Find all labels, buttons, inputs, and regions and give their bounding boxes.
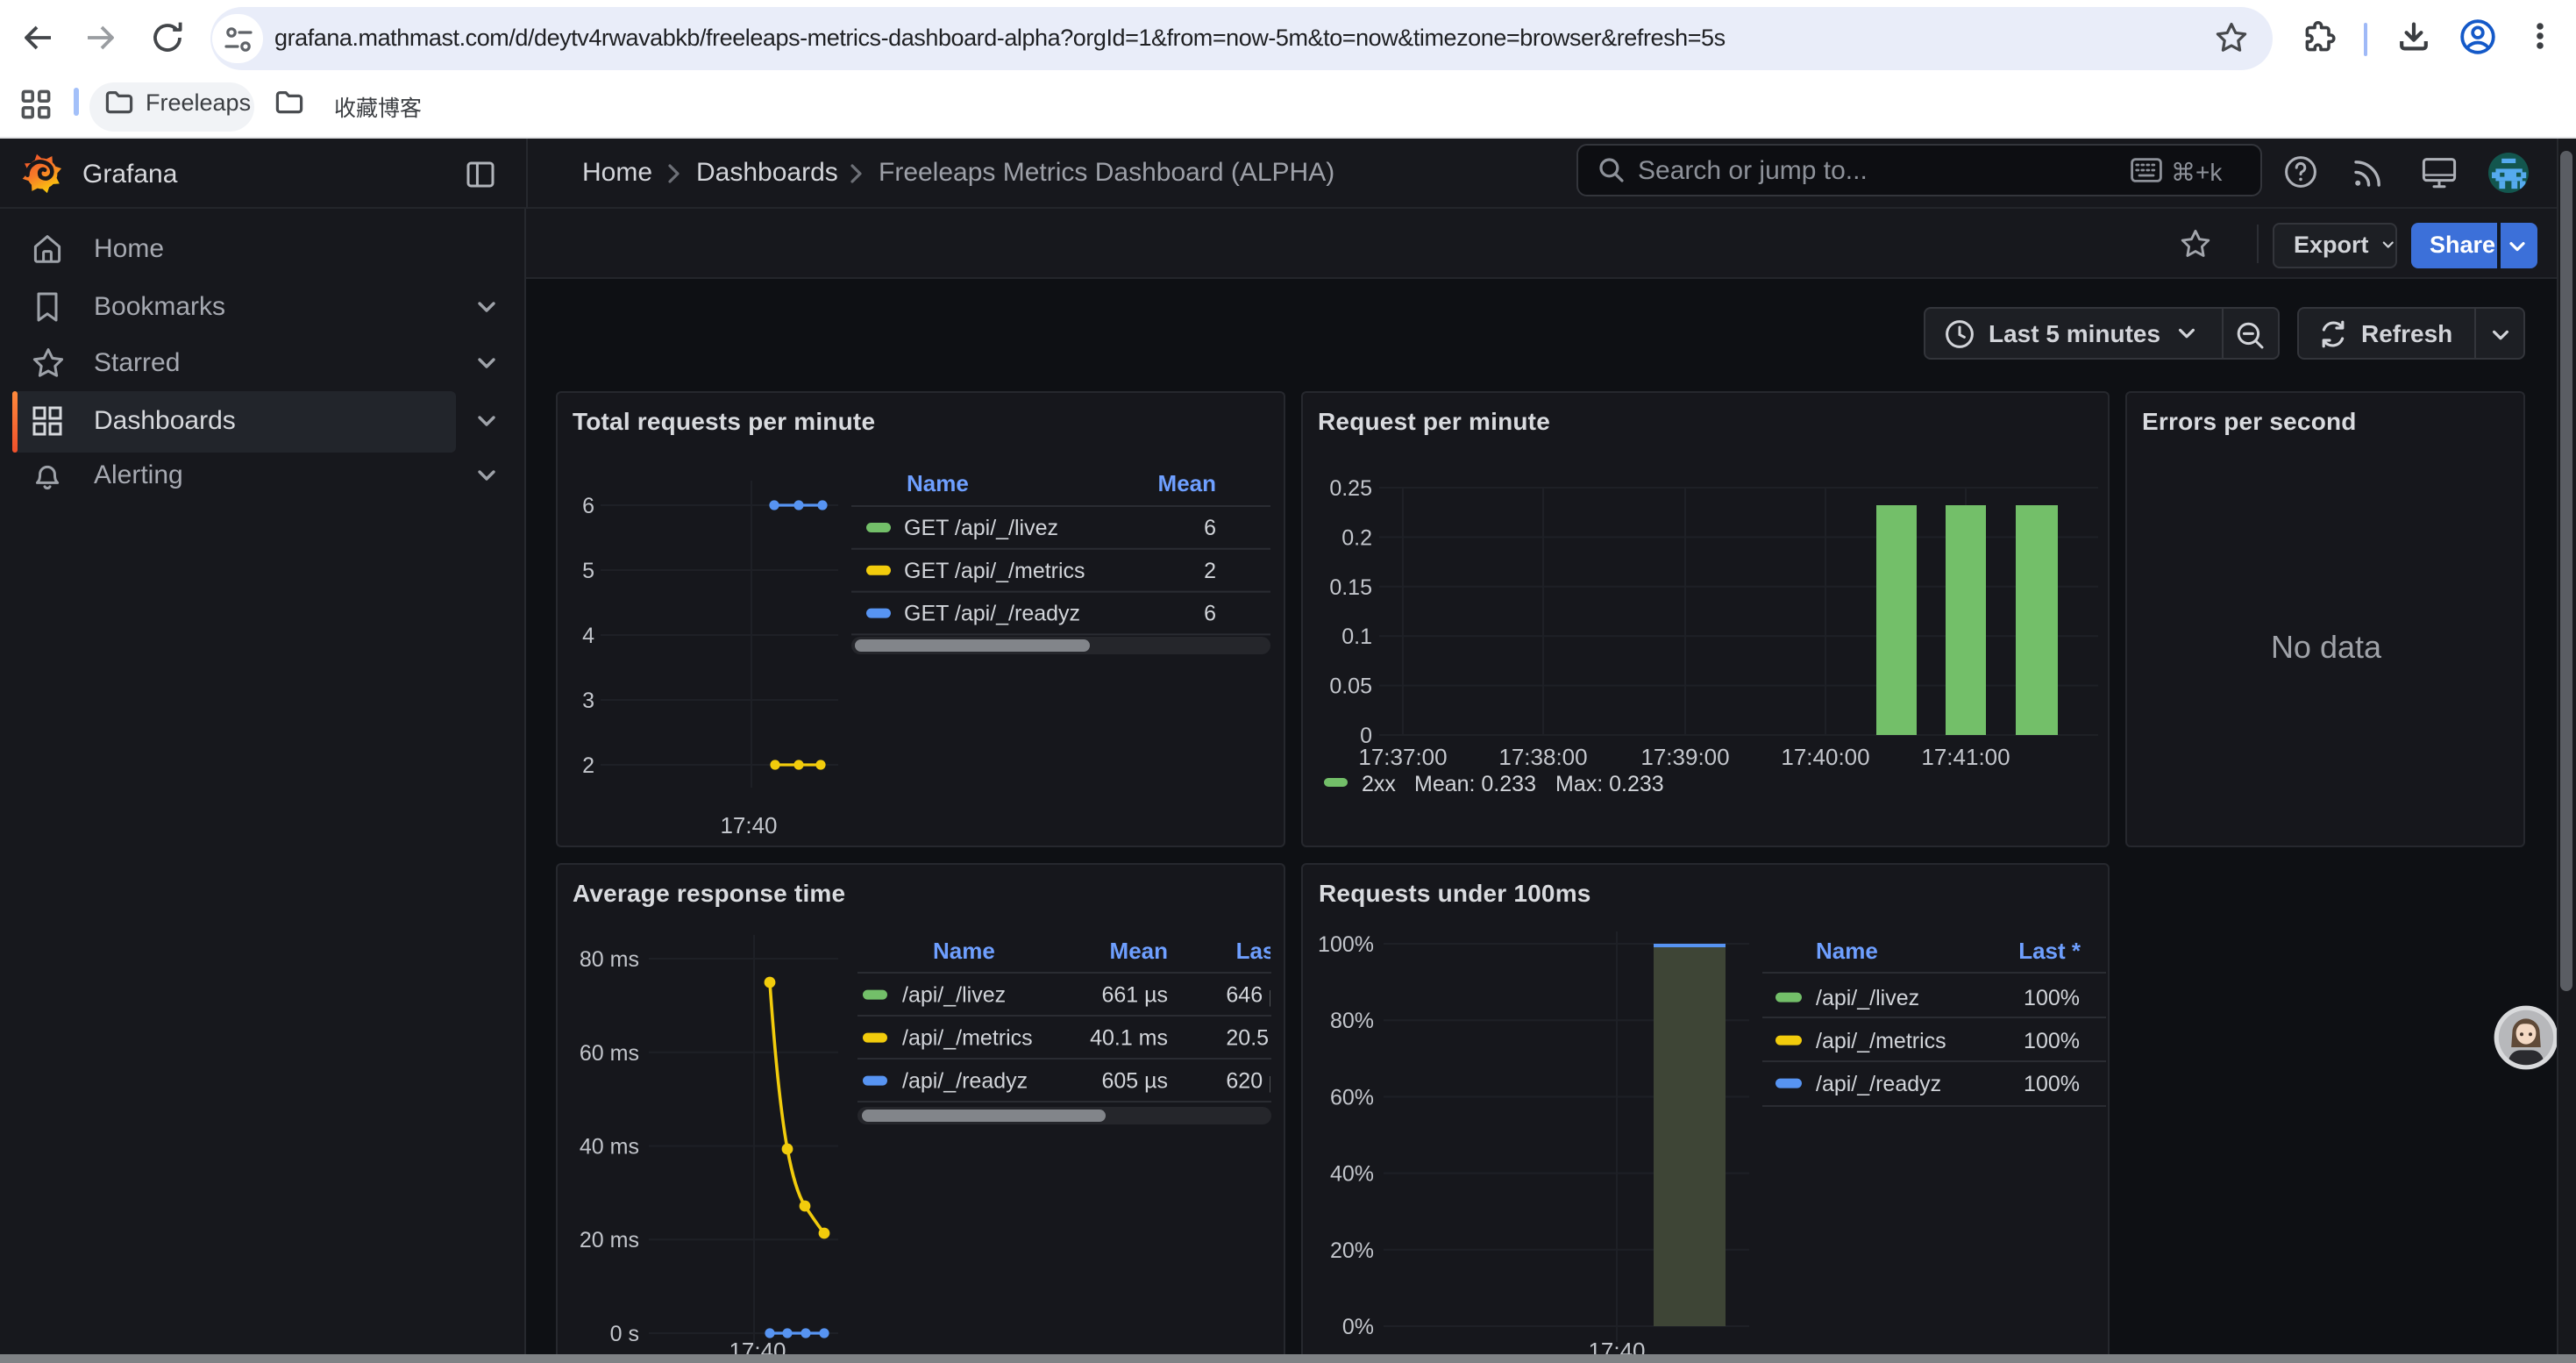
svg-text:80%: 80% — [1330, 1008, 1374, 1032]
svg-text:Last *: Last * — [2018, 937, 2081, 963]
svg-text:4: 4 — [581, 624, 594, 648]
svg-text:2: 2 — [1203, 559, 1215, 583]
svg-text:20 ms: 20 ms — [579, 1227, 638, 1252]
svg-text:60 ms: 60 ms — [579, 1040, 638, 1065]
svg-text:/api/_/livez: /api/_/livez — [1816, 985, 1919, 1010]
svg-text:646 µs: 646 µs — [1225, 982, 1283, 1007]
svg-text:0.15: 0.15 — [1328, 575, 1371, 600]
svg-text:20%: 20% — [1330, 1238, 1374, 1262]
svg-text:60%: 60% — [1330, 1084, 1374, 1109]
svg-text:0%: 0% — [1342, 1314, 1374, 1338]
svg-text:/api/_/readyz: /api/_/readyz — [901, 1068, 1027, 1093]
svg-text:0.2: 0.2 — [1341, 525, 1371, 550]
svg-text:0.05: 0.05 — [1328, 674, 1371, 699]
svg-text:100%: 100% — [1318, 931, 1374, 956]
svg-text:Name: Name — [906, 470, 968, 496]
svg-text:620 µs: 620 µs — [1225, 1068, 1283, 1093]
svg-text:661 µs: 661 µs — [1100, 982, 1167, 1007]
svg-text:Name: Name — [1816, 937, 1878, 963]
svg-text:GET /api/_/metrics: GET /api/_/metrics — [903, 559, 1085, 583]
svg-text:17:39:00: 17:39:00 — [1640, 744, 1728, 770]
svg-text:2xx: 2xx — [1361, 772, 1395, 796]
svg-text:Mean: Mean — [1109, 937, 1167, 963]
svg-text:0.1: 0.1 — [1341, 624, 1371, 649]
svg-text:6: 6 — [1203, 516, 1215, 540]
svg-text:Mean: Mean — [1157, 470, 1215, 496]
svg-text:Mean: 0.233: Mean: 0.233 — [1413, 772, 1535, 796]
svg-text:GET /api/_/readyz: GET /api/_/readyz — [903, 602, 1079, 626]
svg-text:/api/_/livez: /api/_/livez — [901, 982, 1005, 1007]
svg-text:17:38:00: 17:38:00 — [1498, 744, 1586, 770]
svg-text:100%: 100% — [2024, 1028, 2080, 1053]
svg-text:605 µs: 605 µs — [1100, 1068, 1167, 1093]
svg-text:40%: 40% — [1330, 1161, 1374, 1186]
svg-text:40.1 ms: 40.1 ms — [1089, 1025, 1167, 1050]
svg-text:0.25: 0.25 — [1328, 476, 1371, 501]
svg-text:Name: Name — [932, 937, 994, 963]
svg-text:80 ms: 80 ms — [579, 946, 638, 971]
svg-text:/api/_/readyz: /api/_/readyz — [1816, 1071, 1941, 1095]
svg-text:17:40:00: 17:40:00 — [1780, 744, 1868, 770]
svg-text:/api/_/metrics: /api/_/metrics — [1816, 1028, 1946, 1053]
svg-text:100%: 100% — [2024, 1071, 2080, 1095]
svg-text:2: 2 — [581, 753, 594, 778]
svg-text:Max: 0.233: Max: 0.233 — [1555, 772, 1663, 796]
svg-text:17:41:00: 17:41:00 — [1920, 744, 2009, 770]
svg-text:3: 3 — [581, 689, 594, 713]
svg-text:Last *: Last * — [1235, 937, 1283, 963]
svg-text:0 s: 0 s — [609, 1321, 638, 1345]
svg-text:6: 6 — [1203, 602, 1215, 626]
svg-text:40 ms: 40 ms — [579, 1134, 638, 1159]
svg-text:/api/_/metrics: /api/_/metrics — [901, 1025, 1032, 1050]
svg-text:5: 5 — [581, 559, 594, 583]
svg-text:100%: 100% — [2024, 985, 2080, 1010]
svg-text:17:40: 17:40 — [719, 812, 776, 838]
svg-text:20.5 ms: 20.5 ms — [1225, 1025, 1283, 1050]
svg-text:GET /api/_/livez: GET /api/_/livez — [903, 516, 1057, 540]
svg-text:17:37:00: 17:37:00 — [1357, 744, 1446, 770]
svg-text:6: 6 — [581, 494, 594, 518]
